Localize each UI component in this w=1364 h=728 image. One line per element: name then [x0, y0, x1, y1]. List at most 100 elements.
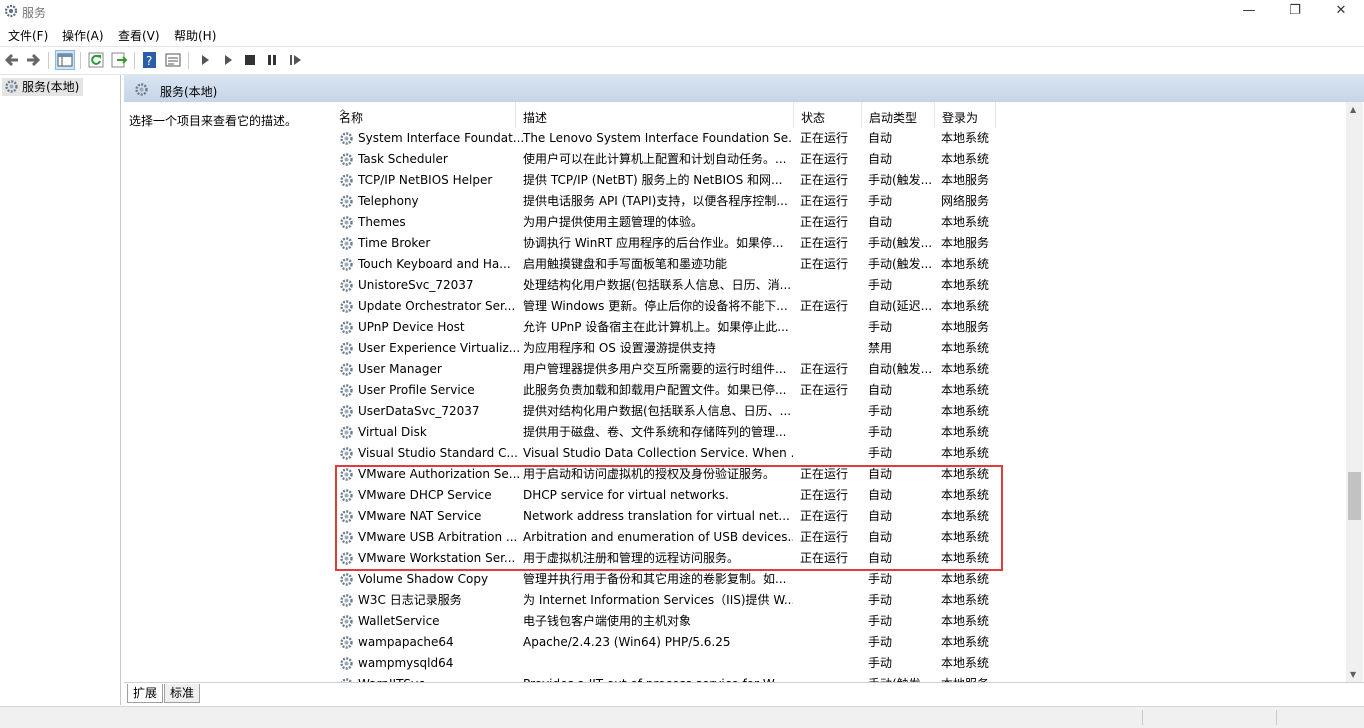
- start-service-icon[interactable]: [196, 51, 214, 69]
- service-name: Themes: [339, 212, 534, 233]
- tab-extended[interactable]: 扩展: [127, 684, 164, 703]
- service-row[interactable]: W3C 日志记录服务为 Internet Information Service…: [332, 590, 1345, 611]
- service-row[interactable]: System Interface Foundat... The Lenovo Sy…: [332, 128, 1345, 149]
- service-row[interactable]: Update Orchestrator Ser... 管理 Windows 更新。…: [332, 296, 1345, 317]
- scroll-up-icon[interactable]: ▲: [1350, 105, 1356, 114]
- close-button[interactable]: ✕: [1318, 0, 1364, 23]
- pane-title: 服务(本地): [160, 85, 218, 99]
- minimize-button[interactable]: —: [1226, 0, 1272, 23]
- menu-view[interactable]: 查看(V): [118, 27, 160, 44]
- service-description: 提供电话服务 API (TAPI)支持，以便各程序控制...: [523, 194, 788, 208]
- service-gear-icon: [339, 425, 354, 443]
- stop-service-icon[interactable]: [241, 51, 259, 69]
- properties-icon[interactable]: [164, 51, 182, 69]
- service-row[interactable]: UserDataSvc_72037 提供对结构化用户数据(包括联系人信息、日历、.…: [332, 401, 1345, 422]
- service-row[interactable]: VMware NAT Service Network address transl…: [332, 506, 1345, 527]
- tree-item-services-local[interactable]: 服务(本地): [2, 78, 84, 96]
- service-startup-type: 手动(触发...: [868, 674, 934, 682]
- service-row[interactable]: UPnP Device Host 允许 UPnP 设备宿主在此计算机上。如果停止此…: [332, 317, 1345, 338]
- vertical-scrollbar[interactable]: ▲ ▼: [1346, 102, 1363, 682]
- service-description: 管理 Windows 更新。停止后你的设备将不能下...: [523, 299, 788, 313]
- service-status: 正在运行: [800, 530, 849, 544]
- service-row[interactable]: User Profile Service 此服务负责加载和卸载用户配置文件。如果已…: [332, 380, 1345, 401]
- column-header-description[interactable]: 描述: [516, 102, 794, 128]
- service-status: 正在运行: [800, 131, 849, 145]
- service-row[interactable]: VMware USB Arbitration ... Arbitration an…: [332, 527, 1345, 548]
- service-row[interactable]: VMware DHCP Service DHCP service for virt…: [332, 485, 1345, 506]
- service-row[interactable]: User Manager 用户管理器提供多用户交互所需要的运行时组件... 正在运行…: [332, 359, 1345, 380]
- column-header-log-on-as[interactable]: 登录为: [935, 102, 996, 128]
- service-log-on-as: 本地系统: [941, 257, 990, 271]
- menu-help[interactable]: 帮助(H): [174, 27, 216, 44]
- resume-service-icon[interactable]: [286, 51, 304, 69]
- column-header-startup-type[interactable]: 启动类型: [862, 102, 935, 128]
- scrollbar-thumb[interactable]: [1348, 472, 1361, 520]
- service-startup-type: 手动: [868, 278, 893, 292]
- services-gear-icon: [5, 80, 18, 93]
- service-status: 正在运行: [800, 467, 849, 481]
- service-gear-icon: [339, 215, 354, 233]
- service-startup-type: 自动: [868, 383, 893, 397]
- menu-file[interactable]: 文件(F): [8, 27, 48, 44]
- service-gear-icon: [339, 551, 354, 569]
- service-row[interactable]: UnistoreSvc_72037 处理结构化用户数据(包括联系人信息、日历、消.…: [332, 275, 1345, 296]
- service-gear-icon: [339, 446, 354, 464]
- service-log-on-as: 本地服务: [941, 236, 990, 250]
- service-description: 用于启动和访问虚拟机的授权及身份验证服务。: [523, 467, 776, 481]
- service-name: Virtual Disk: [339, 422, 534, 443]
- refresh-icon[interactable]: [87, 51, 105, 69]
- service-row[interactable]: Touch Keyboard and Ha... 启用触摸键盘和手写面板笔和墨迹功…: [332, 254, 1345, 275]
- service-row[interactable]: TCP/IP NetBIOS Helper 提供 TCP/IP (NetBT) 服…: [332, 170, 1345, 191]
- service-status: 正在运行: [800, 236, 849, 250]
- service-gear-icon: [339, 341, 354, 359]
- pause-service-icon[interactable]: [263, 51, 281, 69]
- service-row[interactable]: wampapache64 Apache/2.4.23 (Win64) PHP/5.…: [332, 632, 1345, 653]
- service-description: The Lenovo System Interface Foundation S…: [523, 131, 793, 145]
- service-log-on-as: 本地系统: [941, 362, 990, 376]
- service-row[interactable]: Visual Studio Standard C... Visual Studio…: [332, 443, 1345, 464]
- start-service-alt-icon[interactable]: [219, 51, 237, 69]
- service-row[interactable]: WalletService 电子钱包客户端使用的主机对象 手动 本地系统: [332, 611, 1345, 632]
- menu-action[interactable]: 操作(A): [62, 27, 104, 44]
- column-header-status[interactable]: 状态: [794, 102, 862, 128]
- service-row[interactable]: Virtual Disk 提供用于磁盘、卷、文件系统和存储阵列的管理... 手动 本地…: [332, 422, 1345, 443]
- export-list-icon[interactable]: [110, 51, 128, 69]
- service-row[interactable]: wampmysqld64 手动 本地系统: [332, 653, 1345, 674]
- show-hide-console-tree-icon[interactable]: [55, 50, 75, 70]
- service-row[interactable]: VMware Workstation Ser... 用于虚拟机注册和管理的远程访问…: [332, 548, 1345, 569]
- back-icon[interactable]: [3, 51, 21, 69]
- service-name: VMware DHCP Service: [339, 485, 534, 506]
- column-header-name[interactable]: 名称 ^: [332, 102, 516, 128]
- service-startup-type: 手动: [868, 404, 893, 418]
- maximize-button[interactable]: ❐: [1272, 0, 1318, 23]
- service-gear-icon: [339, 509, 354, 527]
- service-startup-type: 手动: [868, 572, 893, 586]
- service-name: UPnP Device Host: [339, 317, 534, 338]
- service-row[interactable]: Themes 为用户提供使用主题管理的体验。 正在运行 自动 本地系统: [332, 212, 1345, 233]
- service-gear-icon: [339, 593, 354, 611]
- service-name: User Experience Virtualiz...: [339, 338, 534, 359]
- service-row[interactable]: VMware Authorization Se... 用于启动和访问虚拟机的授权及…: [332, 464, 1345, 485]
- service-row[interactable]: Volume Shadow Copy 管理并执行用于备份和其它用途的卷影复制。如.…: [332, 569, 1345, 590]
- view-tabs: 扩展 标准: [124, 682, 1364, 706]
- service-gear-icon: [339, 614, 354, 632]
- service-gear-icon: [339, 194, 354, 212]
- service-log-on-as: 本地系统: [941, 530, 990, 544]
- service-startup-type: 自动(延迟...: [868, 299, 933, 313]
- service-status: 正在运行: [800, 215, 849, 229]
- service-status: 正在运行: [800, 299, 849, 313]
- help-icon[interactable]: ?: [141, 51, 159, 69]
- service-status: 正在运行: [800, 152, 849, 166]
- service-startup-type: 自动: [868, 131, 893, 145]
- service-row[interactable]: Telephony 提供电话服务 API (TAPI)支持，以便各程序控制... 正…: [332, 191, 1345, 212]
- service-row[interactable]: User Experience Virtualiz... 为应用程序和 OS 设置…: [332, 338, 1345, 359]
- service-row[interactable]: Task Scheduler 使用户可以在此计算机上配置和计划自动任务。... 正在…: [332, 149, 1345, 170]
- scroll-down-icon[interactable]: ▼: [1350, 670, 1356, 679]
- service-description: Network address translation for virtual …: [523, 509, 790, 523]
- sort-ascending-icon: ^: [339, 109, 347, 119]
- service-row[interactable]: Time Broker 协调执行 WinRT 应用程序的后台作业。如果停... 正在…: [332, 233, 1345, 254]
- service-description: 处理结构化用户数据(包括联系人信息、日历、消...: [523, 278, 792, 292]
- tab-standard[interactable]: 标准: [164, 684, 201, 703]
- service-row[interactable]: WarpJITSvcProvides a JIT out of process …: [332, 674, 1345, 682]
- forward-icon[interactable]: [24, 51, 42, 69]
